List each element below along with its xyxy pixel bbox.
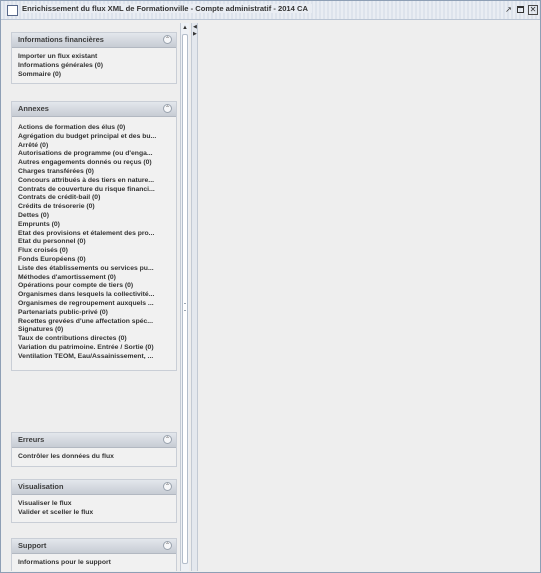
collapse-icon[interactable]: ⌃ — [163, 35, 172, 44]
section-items: Importer un flux existant Informations g… — [12, 48, 176, 83]
section-header[interactable]: Erreurs ⌃ — [12, 433, 176, 448]
application-window: Enrichissement du flux XML de Formationv… — [0, 0, 541, 573]
scrollbar-thumb[interactable] — [182, 34, 188, 564]
section-support: Support ⌃ Informations pour le support — [11, 538, 177, 571]
collapse-icon[interactable]: ⌃ — [163, 435, 172, 444]
section-title: Annexes — [18, 104, 49, 113]
nav-item-annexe[interactable]: Opérations pour compte de tiers (0) — [18, 282, 176, 291]
nav-item-annexe[interactable]: Variation du patrimoine. Entrée / Sortie… — [18, 344, 176, 353]
vertical-scrollbar[interactable]: ▲ — [180, 23, 189, 571]
nav-item-annexe[interactable]: Contrats de couverture du risque financi… — [18, 186, 176, 195]
title-bar[interactable]: Enrichissement du flux XML de Formationv… — [1, 1, 540, 20]
section-title: Informations financières — [18, 35, 104, 44]
nav-item-annexe[interactable]: Organismes de regroupement auxquels ... — [18, 300, 176, 309]
maximize-button[interactable] — [516, 5, 525, 14]
collapse-icon[interactable]: ⌃ — [163, 104, 172, 113]
nav-item-annexe[interactable]: Fonds Européens (0) — [18, 256, 176, 265]
section-header[interactable]: Support ⌃ — [12, 539, 176, 554]
nav-item-annexe[interactable]: Contrats de crédit-bail (0) — [18, 194, 176, 203]
nav-item-importer-flux[interactable]: Importer un flux existant — [18, 53, 176, 62]
nav-item-annexe[interactable]: Signatures (0) — [18, 326, 176, 335]
section-items: Actions de formation des élus (0) Agréga… — [12, 117, 176, 370]
nav-item-annexe[interactable]: Liste des établissements ou services pu.… — [18, 265, 176, 274]
nav-item-annexe[interactable]: Concours attribués à des tiers en nature… — [18, 177, 176, 186]
minimize-icon: ↗ — [505, 5, 512, 14]
nav-item-annexe[interactable]: Ventilation TEOM, Eau/Assainissement, ..… — [18, 353, 176, 362]
nav-item-annexe[interactable]: Organismes dans lesquels la collectivité… — [18, 291, 176, 300]
section-items: Informations pour le support — [12, 554, 176, 571]
section-items: Visualiser le flux Valider et sceller le… — [12, 495, 176, 522]
nav-item-informations-support[interactable]: Informations pour le support — [18, 559, 176, 568]
nav-item-annexe[interactable]: Agrégation du budget principal et des bu… — [18, 133, 176, 142]
section-annexes: Annexes ⌃ Actions de formation des élus … — [11, 101, 177, 371]
arrow-up-icon[interactable]: ▲ — [181, 23, 189, 33]
section-erreurs: Erreurs ⌃ Contrôler les données du flux — [11, 432, 177, 467]
nav-item-annexe[interactable]: Méthodes d'amortissement (0) — [18, 274, 176, 283]
nav-item-annexe[interactable]: Flux croisés (0) — [18, 247, 176, 256]
section-header[interactable]: Annexes ⌃ — [12, 102, 176, 117]
close-icon: ✕ — [529, 5, 537, 14]
navigation-panel: Informations financières ⌃ Importer un f… — [11, 23, 179, 571]
nav-item-annexe[interactable]: Arrêté (0) — [18, 142, 176, 151]
nav-item-annexe[interactable]: Emprunts (0) — [18, 221, 176, 230]
nav-item-annexe[interactable]: Taux de contributions directes (0) — [18, 335, 176, 344]
nav-item-annexe[interactable]: Autorisations de programme (ou d'enga... — [18, 150, 176, 159]
nav-item-annexe[interactable]: Recettes grevées d'une affectation spéc.… — [18, 318, 176, 327]
section-visualisation: Visualisation ⌃ Visualiser le flux Valid… — [11, 479, 177, 523]
nav-item-annexe[interactable]: Autres engagements donnés ou reçus (0) — [18, 159, 176, 168]
maximize-icon — [517, 6, 524, 14]
arrow-left-icon[interactable]: ◀ — [193, 25, 197, 30]
panel-splitter[interactable]: ◀ ▶ — [191, 23, 198, 571]
nav-item-annexe[interactable]: Etat des provisions et étalement des pro… — [18, 230, 176, 239]
nav-item-controler-donnees[interactable]: Contrôler les données du flux — [18, 453, 176, 462]
section-header[interactable]: Informations financières ⌃ — [12, 33, 176, 48]
nav-item-annexe[interactable]: Dettes (0) — [18, 212, 176, 221]
nav-item-informations-generales[interactable]: Informations générales (0) — [18, 62, 176, 71]
window-checkbox-icon[interactable] — [7, 5, 18, 16]
nav-item-annexe[interactable]: Partenariats public-privé (0) — [18, 309, 176, 318]
section-title: Visualisation — [18, 482, 64, 491]
section-header[interactable]: Visualisation ⌃ — [12, 480, 176, 495]
section-items: Contrôler les données du flux — [12, 448, 176, 466]
main-content-area — [199, 23, 540, 572]
nav-item-annexe[interactable]: Crédits de trésorerie (0) — [18, 203, 176, 212]
arrow-right-icon[interactable]: ▶ — [193, 32, 197, 37]
section-title: Erreurs — [18, 435, 45, 444]
section-title: Support — [18, 541, 47, 550]
nav-item-annexe[interactable]: Actions de formation des élus (0) — [18, 124, 176, 133]
collapse-icon[interactable]: ⌃ — [163, 482, 172, 491]
minimize-button[interactable]: ↗ — [504, 5, 513, 14]
window-title: Enrichissement du flux XML de Formationv… — [22, 4, 312, 13]
nav-item-annexe[interactable]: Etat du personnel (0) — [18, 238, 176, 247]
nav-item-sommaire[interactable]: Sommaire (0) — [18, 71, 176, 80]
collapse-icon[interactable]: ⌃ — [163, 541, 172, 550]
nav-item-visualiser-flux[interactable]: Visualiser le flux — [18, 500, 176, 509]
nav-item-annexe[interactable]: Charges transférées (0) — [18, 168, 176, 177]
nav-item-valider-sceller[interactable]: Valider et sceller le flux — [18, 509, 176, 518]
grip-icon — [184, 303, 186, 311]
section-informations-financieres: Informations financières ⌃ Importer un f… — [11, 32, 177, 85]
close-button[interactable]: ✕ — [528, 5, 538, 15]
